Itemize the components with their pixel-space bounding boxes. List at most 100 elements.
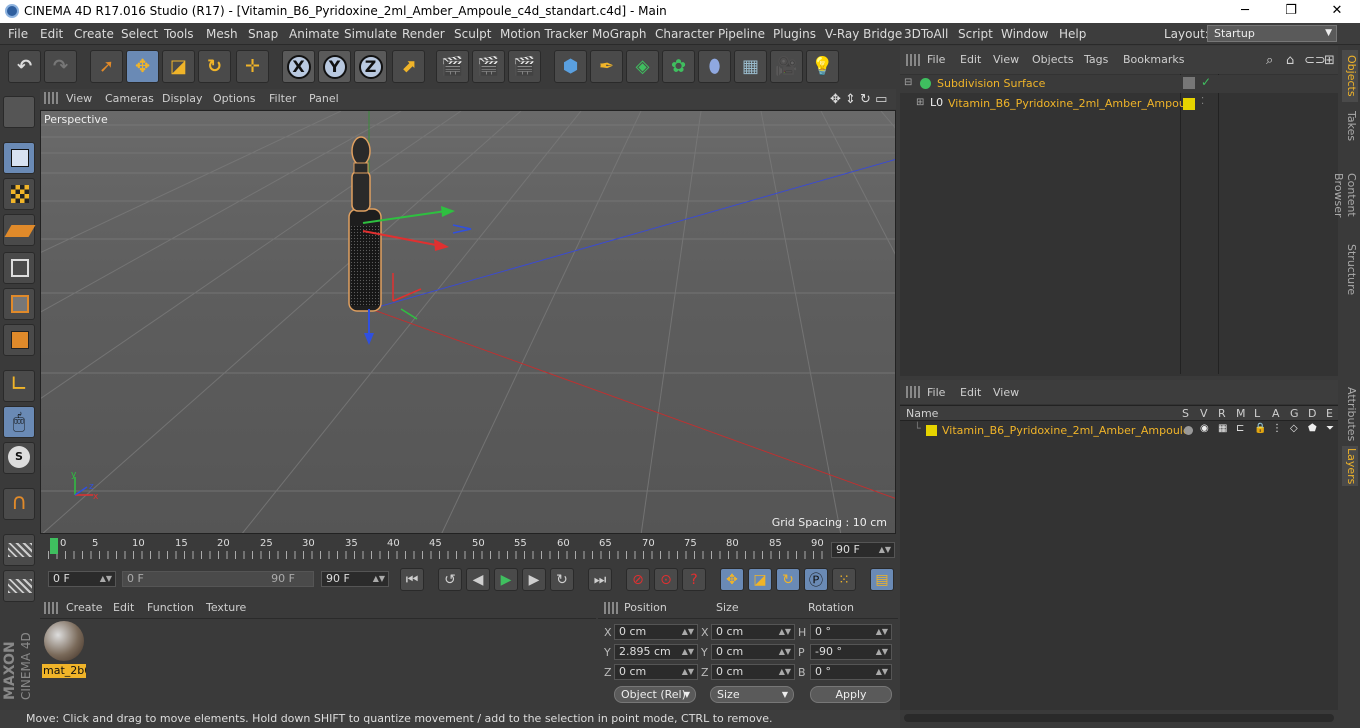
menu-script[interactable]: Script (958, 27, 993, 41)
objects-menu-tags[interactable]: Tags (1084, 53, 1108, 66)
lock-icon[interactable]: 🔒 (1254, 423, 1266, 434)
size-z-field[interactable]: 0 cm ▲▼ (711, 664, 795, 680)
horizontal-scrollbar[interactable] (904, 714, 1334, 722)
layer-row[interactable]: └ Vitamin_B6_Pyridoxine_2ml_Amber_Ampoul… (900, 422, 1338, 440)
new-window-icon[interactable]: ⊞ (1324, 53, 1335, 68)
position-y-field[interactable]: 2.895 cm ▲▼ (614, 644, 698, 660)
tab-takes[interactable]: Takes (1342, 106, 1358, 146)
close-button[interactable]: ✕ (1314, 0, 1360, 23)
go-to-end-button[interactable]: ⏭ (588, 568, 612, 591)
start-frame-field[interactable]: 0 F ▲▼ (48, 571, 116, 587)
camera-button[interactable]: 🎥 (770, 50, 803, 83)
lock-workplane-button[interactable] (3, 534, 35, 566)
position-x-field[interactable]: 0 cm ▲▼ (614, 624, 698, 640)
frame-range-slider[interactable]: 0 F 90 F (122, 571, 314, 587)
drag-handle-icon[interactable] (44, 92, 58, 104)
home-icon[interactable]: ⌂ (1286, 53, 1294, 68)
keyframe-selection-button[interactable]: ? (682, 568, 706, 591)
next-frame-button[interactable]: ▶ (522, 568, 546, 591)
objects-menu-view[interactable]: View (993, 53, 1019, 66)
planar-workplane-button[interactable] (3, 570, 35, 602)
objects-menu-objects[interactable]: Objects (1032, 53, 1074, 66)
key-pla-button[interactable]: ⁙ (832, 568, 856, 591)
edge-mode-button[interactable] (3, 288, 35, 320)
viewport-menu-panel[interactable]: Panel (309, 92, 339, 105)
model-mode-button[interactable] (3, 142, 35, 174)
render-picture-viewer-button[interactable]: 🎬 (472, 50, 505, 83)
column-m[interactable]: M (1236, 407, 1246, 420)
menu-character[interactable]: Character (655, 27, 714, 41)
record-keys-button[interactable]: ⊘ (626, 568, 650, 591)
viewport-menu-view[interactable]: View (66, 92, 92, 105)
y-axis-button[interactable]: Y (318, 50, 351, 83)
tab-layers[interactable]: Layers (1342, 446, 1358, 486)
deformer-button[interactable]: ⬮ (698, 50, 731, 83)
expand-icon[interactable]: ⊞ (916, 97, 924, 108)
object-name[interactable]: Subdivision Surface (937, 77, 1045, 90)
magnet-button[interactable]: ∩ (3, 488, 35, 520)
layout-select[interactable]: Startup ▼ (1207, 25, 1337, 42)
menu-create[interactable]: Create (74, 27, 114, 41)
move-tool-button[interactable]: ✥ (126, 50, 159, 83)
previous-frame-button[interactable]: ◀ (466, 568, 490, 591)
timeline-ruler[interactable]: 0 5 10 15 20 25 30 35 40 45 50 55 60 65 … (40, 537, 896, 563)
snap-button[interactable]: S (3, 442, 35, 474)
layers-menu-edit[interactable]: Edit (960, 386, 981, 399)
viewport-nav-icons[interactable]: ✥ ⇕ ↻ ▭ (830, 92, 887, 107)
viewport-perspective[interactable]: y x z Perspective Grid Spacing : 10 cm (40, 110, 896, 534)
column-l[interactable]: L (1254, 407, 1260, 420)
x-axis-button[interactable]: X (282, 50, 315, 83)
dots-icon[interactable]: ⁚ (1201, 96, 1204, 107)
menu-plugins[interactable]: Plugins (773, 27, 816, 41)
search-icon[interactable]: ⌕ (1266, 53, 1273, 68)
menu-file[interactable]: File (8, 27, 28, 41)
material-menu-function[interactable]: Function (147, 601, 194, 614)
animation-icon[interactable]: ⋮ (1272, 423, 1282, 434)
material-menu-edit[interactable]: Edit (113, 601, 134, 614)
size-mode-select[interactable]: Size ▼ (710, 686, 794, 703)
menu-mograph[interactable]: MoGraph (592, 27, 647, 41)
drag-handle-icon[interactable] (906, 386, 920, 398)
menu-animate[interactable]: Animate (289, 27, 339, 41)
floor-button[interactable]: ▦ (734, 50, 767, 83)
expression-icon[interactable]: ⏷ (1326, 423, 1334, 434)
object-name[interactable]: Vitamin_B6_Pyridoxine_2ml_Amber_Ampoule (948, 97, 1196, 110)
tab-attributes[interactable]: Attributes (1342, 386, 1358, 442)
rotation-p-field[interactable]: -90 ° ▲▼ (810, 644, 892, 660)
menu-select[interactable]: Select (121, 27, 158, 41)
select-tool-button[interactable]: ➚ (90, 50, 123, 83)
viewport-menu-display[interactable]: Display (162, 92, 203, 105)
size-x-field[interactable]: 0 cm ▲▼ (711, 624, 795, 640)
deformer-icon[interactable]: ⬟ (1308, 423, 1317, 434)
collapse-icon[interactable]: ⊟ (904, 77, 912, 88)
subdivision-button[interactable]: ◈ (626, 50, 659, 83)
column-a[interactable]: A (1272, 407, 1280, 420)
manager-icon[interactable]: ⊏ (1236, 423, 1244, 434)
menu-help[interactable]: Help (1059, 27, 1086, 41)
menu-3dtoall[interactable]: 3DToAll (904, 27, 948, 41)
menu-tools[interactable]: Tools (164, 27, 194, 41)
key-rotation-button[interactable]: ↻ (776, 568, 800, 591)
objects-menu-edit[interactable]: Edit (960, 53, 981, 66)
menu-motion-tracker[interactable]: Motion Tracker (500, 27, 588, 41)
z-axis-button[interactable]: Z (354, 50, 387, 83)
end-frame-field[interactable]: 90 F ▲▼ (321, 571, 389, 587)
playhead-marker[interactable] (50, 538, 58, 554)
menu-mesh[interactable]: Mesh (206, 27, 238, 41)
layer-color-swatch[interactable] (1183, 98, 1195, 110)
key-position-button[interactable]: ✥ (720, 568, 744, 591)
layers-menu-file[interactable]: File (927, 386, 945, 399)
column-r[interactable]: R (1218, 407, 1226, 420)
column-s[interactable]: S (1182, 407, 1189, 420)
key-parameter-button[interactable]: Ⓟ (804, 568, 828, 591)
rotation-b-field[interactable]: 0 ° ▲▼ (810, 664, 892, 680)
menu-sculpt[interactable]: Sculpt (454, 27, 491, 41)
current-frame-field[interactable]: 90 F ▲▼ (831, 542, 895, 558)
coordinate-system-button[interactable]: ⬈ (392, 50, 425, 83)
size-y-field[interactable]: 0 cm ▲▼ (711, 644, 795, 660)
menu-edit[interactable]: Edit (40, 27, 63, 41)
pen-button[interactable]: ✒ (590, 50, 623, 83)
render-view-button[interactable]: 🎬 (436, 50, 469, 83)
column-d[interactable]: D (1308, 407, 1316, 420)
key-scale-button[interactable]: ◪ (748, 568, 772, 591)
